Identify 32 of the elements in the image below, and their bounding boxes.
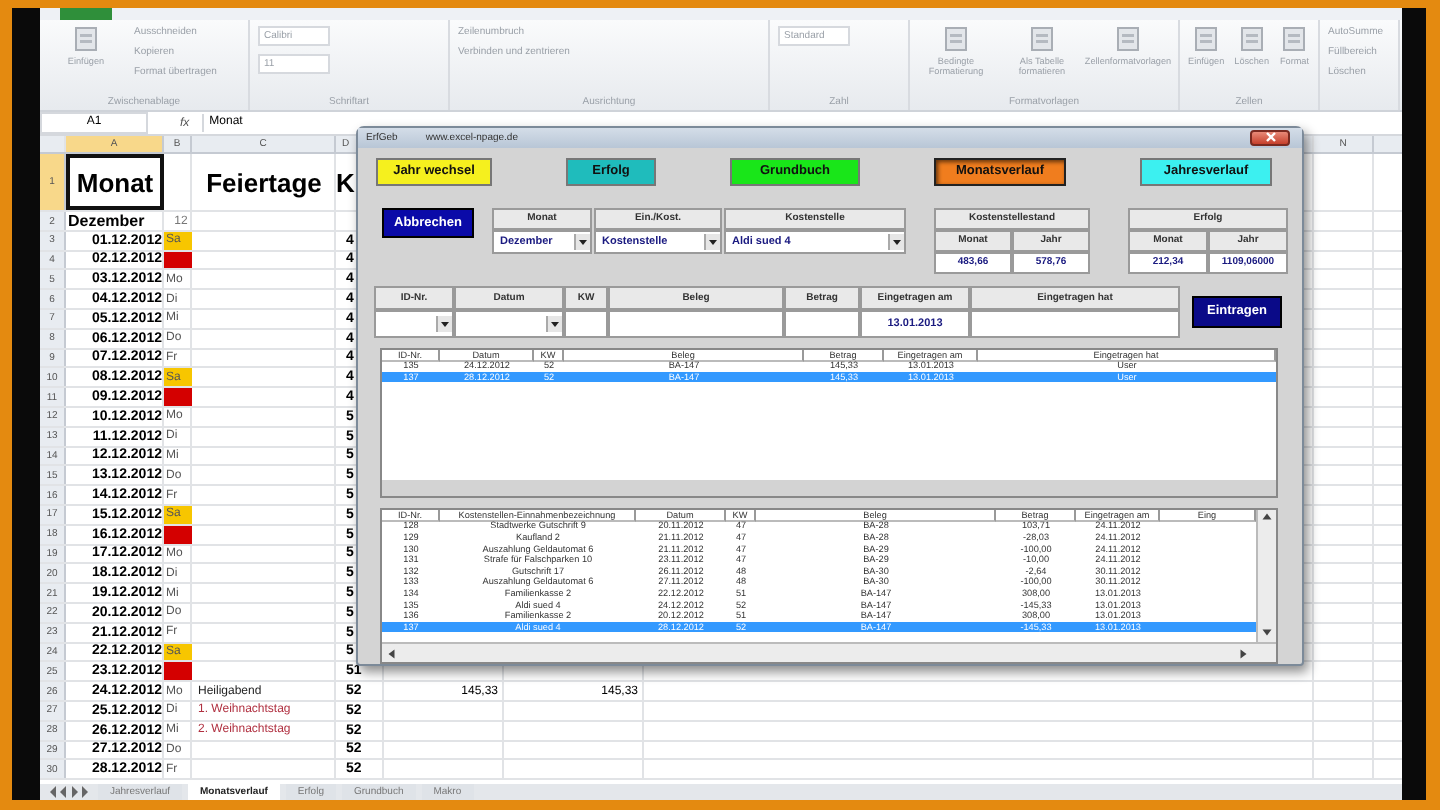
document-icon (1282, 26, 1307, 52)
sheet-navigation-icon[interactable] (48, 786, 92, 798)
document-icon (74, 26, 98, 52)
up-arrow-icon[interactable] (1260, 511, 1274, 524)
caret-icon (546, 315, 562, 332)
input-field[interactable] (608, 309, 784, 338)
right-arrow-icon[interactable] (1238, 647, 1252, 659)
caret-icon (704, 233, 720, 250)
selected-cell[interactable]: Monat (66, 154, 164, 210)
document-icon (1239, 26, 1264, 52)
left-arrow-icon[interactable] (386, 647, 400, 659)
document-icon (1116, 26, 1140, 52)
document-icon (1194, 26, 1219, 52)
dropdown-field[interactable] (374, 309, 454, 338)
input-field[interactable] (970, 309, 1180, 338)
close-icon (1265, 132, 1275, 143)
scrollbar[interactable] (382, 479, 1276, 496)
input-field[interactable] (784, 309, 860, 338)
caret-icon (436, 315, 452, 332)
caret-icon (574, 233, 590, 250)
cell-text: Feiertage (206, 167, 322, 197)
close-button[interactable] (1250, 129, 1290, 146)
cell-text: Dezember (66, 212, 145, 230)
document-icon (1030, 26, 1054, 52)
caret-icon (888, 233, 904, 250)
vertical-scrollbar[interactable] (1256, 509, 1276, 642)
horizontal-scrollbar[interactable] (382, 642, 1276, 662)
document-icon (944, 26, 968, 52)
input-field[interactable] (564, 309, 608, 338)
down-arrow-icon[interactable] (1260, 628, 1274, 640)
cell-text: K (336, 167, 355, 197)
dropdown-field[interactable] (454, 309, 564, 338)
